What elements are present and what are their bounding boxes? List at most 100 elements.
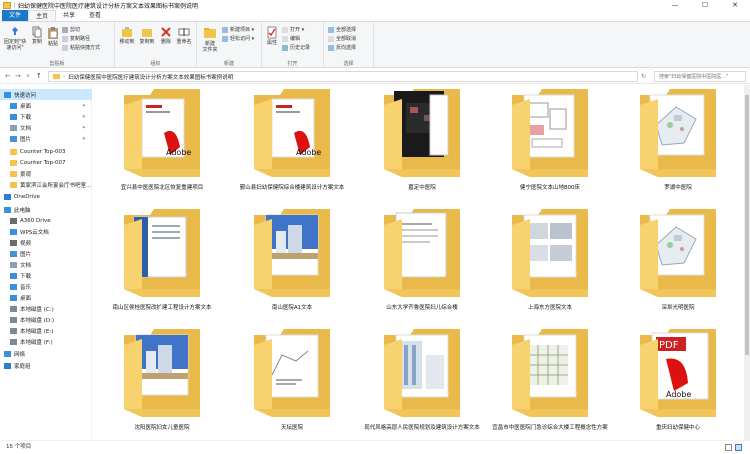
clipboard-group-label: 剪贴板 <box>49 61 65 67</box>
sidebar-item[interactable]: 此电脑 <box>0 204 92 215</box>
sidebar-item[interactable]: 本地磁盘 (D:) <box>0 314 92 325</box>
scrollbar-thumb[interactable] <box>745 95 749 355</box>
address-input[interactable]: › 妇幼保健医院中医院医疗建筑设计分析方案文本效果图标书案例说明 <box>48 71 638 82</box>
sidebar-item[interactable]: 文档 ✦ <box>0 122 92 133</box>
maximize-button[interactable]: ☐ <box>694 0 716 10</box>
easy-access-button[interactable]: 轻松访问 ▾ <box>222 35 254 42</box>
select-group-label: 选择 <box>343 61 354 67</box>
tab-share[interactable]: 共享 <box>56 10 82 21</box>
window-title: 妇幼保健医院中医院医疗建筑设计分析方案文本效果图标书案例说明 <box>18 2 199 10</box>
sidebar-item[interactable]: 本地磁盘 (F:) <box>0 336 92 347</box>
sidebar-item[interactable]: 下载 ✦ <box>0 111 92 122</box>
sidebar-item[interactable]: 视频 <box>0 237 92 248</box>
folder-item[interactable]: Adobe 宜兴县中医医院北区恢复重建项目 <box>98 85 226 205</box>
sidebar-item[interactable]: 桌面 <box>0 292 92 303</box>
details-view-icon[interactable] <box>725 444 732 451</box>
tab-home[interactable]: 主页 <box>28 10 57 21</box>
folder-icon <box>508 325 592 421</box>
sidebar-item[interactable]: 下载 <box>0 270 92 281</box>
sidebar-item-label: 图片 <box>20 136 32 143</box>
sidebar-item-label: Counter Top-007 <box>20 159 66 166</box>
edit-label: 编辑 <box>290 36 301 42</box>
folder-item[interactable]: 山东大学齐鲁医院妇儿综合楼 <box>358 205 486 325</box>
move-to-button[interactable]: 移动到 <box>118 26 136 45</box>
sidebar-item[interactable]: 家庭组 <box>0 360 92 371</box>
scrollbar[interactable] <box>744 85 750 440</box>
folder-item[interactable]: 罗湖中医院 <box>614 85 742 205</box>
sidebar-item[interactable]: 网络 <box>0 348 92 359</box>
sidebar-item[interactable]: Counter Top-007 <box>0 157 92 168</box>
folder-label: 鄞山县妇幼保健院综合楼建筑设计方案文本 <box>239 185 345 191</box>
history-button[interactable]: 历史记录 <box>282 44 310 51</box>
sidebar-item[interactable]: 黄家滨江会所宴会厅书吧室... <box>0 179 92 190</box>
paste-button[interactable]: 粘贴 <box>46 26 60 47</box>
select-none-button[interactable]: 全部取消 <box>328 35 356 42</box>
minimize-button[interactable]: — <box>664 0 686 10</box>
sidebar-item[interactable]: 图片 ✦ <box>0 133 92 144</box>
close-button[interactable]: ✕ <box>724 0 746 10</box>
folder-icon <box>10 148 17 155</box>
sidebar-item[interactable]: 本地磁盘 (E:) <box>0 325 92 336</box>
delete-button[interactable]: 删除 <box>158 26 174 45</box>
properties-button[interactable]: 属性 <box>265 26 279 46</box>
recent-chevron-icon[interactable]: ∨ <box>26 73 30 79</box>
refresh-icon[interactable]: ↻ <box>641 73 646 80</box>
pin-quick-access-button[interactable]: 固定到"快速访问" <box>2 26 28 51</box>
sidebar-item-label: Counter Top-003 <box>20 148 66 155</box>
cloud-icon <box>4 193 11 200</box>
folder-item[interactable]: 嘉定中医院 <box>358 85 486 205</box>
folder-item[interactable]: 上海东方医院文本 <box>486 205 614 325</box>
forward-arrow-icon[interactable]: → <box>15 72 21 80</box>
picture-icon <box>10 250 17 257</box>
breadcrumb-path[interactable]: 妇幼保健医院中医院医疗建筑设计分析方案文本效果图标书案例说明 <box>68 73 233 81</box>
tab-view[interactable]: 查看 <box>82 10 108 21</box>
copy-to-button[interactable]: 复制到 <box>138 26 156 45</box>
paste-shortcut-button[interactable]: 粘贴快捷方式 <box>62 44 100 51</box>
sidebar-item[interactable]: 桌面 ✦ <box>0 100 92 111</box>
sidebar-item[interactable]: 图片 <box>0 248 92 259</box>
sidebar-item-label: 网络 <box>14 351 26 358</box>
copy-path-icon <box>62 35 68 42</box>
sidebar-item[interactable]: 文档 <box>0 259 92 270</box>
back-arrow-icon[interactable]: ← <box>5 72 11 80</box>
cut-button[interactable]: 剪切 <box>62 26 80 33</box>
folder-item[interactable]: PDF Adobe 重庆妇幼保健中心 <box>614 325 742 445</box>
folder-item[interactable]: 宜昌市中医医院门急诊综合大楼工程概念性方案 <box>486 325 614 445</box>
folder-item[interactable]: 南山医院A1文本 <box>228 205 356 325</box>
homegroup-icon <box>4 362 11 369</box>
folder-item[interactable]: 南山区侯桂医院改扩建工程设计方案文本 <box>98 205 226 325</box>
new-folder-button[interactable]: 新建 文件夹 <box>200 26 220 53</box>
rename-button[interactable]: 重命名 <box>175 26 193 45</box>
organize-group-label: 组织 <box>150 61 161 67</box>
folder-item[interactable]: 健宁医院文本山地800床 <box>486 85 614 205</box>
up-arrow-icon[interactable]: ↑ <box>36 72 42 80</box>
search-input[interactable]: 搜索"妇幼保健医院中医院医..." <box>654 71 746 82</box>
sidebar-item[interactable]: Counter Top-003 <box>0 146 92 157</box>
sidebar-item[interactable]: WPS云文档 <box>0 226 92 237</box>
large-icons-view-icon[interactable] <box>735 444 742 451</box>
folder-item[interactable]: 深圳光明医院 <box>614 205 742 325</box>
select-none-icon <box>328 35 334 42</box>
invert-selection-button[interactable]: 反向选择 <box>328 44 356 51</box>
sidebar-item[interactable]: OneDrive <box>0 191 92 202</box>
folder-item[interactable]: Adobe 鄞山县妇幼保健院综合楼建筑设计方案文本 <box>228 85 356 205</box>
copy-path-button[interactable]: 复制路径 <box>62 35 90 42</box>
copy-button[interactable]: 复制 <box>30 26 44 45</box>
sidebar-item[interactable]: 快速访问 <box>0 89 92 100</box>
tab-file[interactable]: 文件 <box>2 10 29 21</box>
download-icon <box>10 272 17 279</box>
new-item-button[interactable]: 新建项目 ▾ <box>222 26 254 33</box>
select-all-button[interactable]: 全部选择 <box>328 26 356 33</box>
folder-item[interactable]: 现代风格高层人民医院规划及建筑设计方案文本 <box>358 325 486 445</box>
folder-item[interactable]: 沈阳医院妇女儿童医院 <box>98 325 226 445</box>
file-list: Adobe 宜兴县中医医院北区恢复重建项目 Adobe 鄞山县妇幼保健院综合楼建筑设计… <box>93 85 750 440</box>
folder-item[interactable]: 天坛医院 <box>228 325 356 445</box>
sidebar-item[interactable]: 本地磁盘 (C:) <box>0 303 92 314</box>
edit-button[interactable]: 编辑 <box>282 35 300 42</box>
sidebar-item[interactable]: 景观 <box>0 168 92 179</box>
open-button[interactable]: 打开 ▾ <box>282 26 304 33</box>
sidebar-item[interactable]: A360 Drive <box>0 215 92 226</box>
new-folder-label: 新建 文件夹 <box>202 41 218 53</box>
sidebar-item[interactable]: 音乐 <box>0 281 92 292</box>
folder-icon: PDF Adobe <box>636 325 720 421</box>
